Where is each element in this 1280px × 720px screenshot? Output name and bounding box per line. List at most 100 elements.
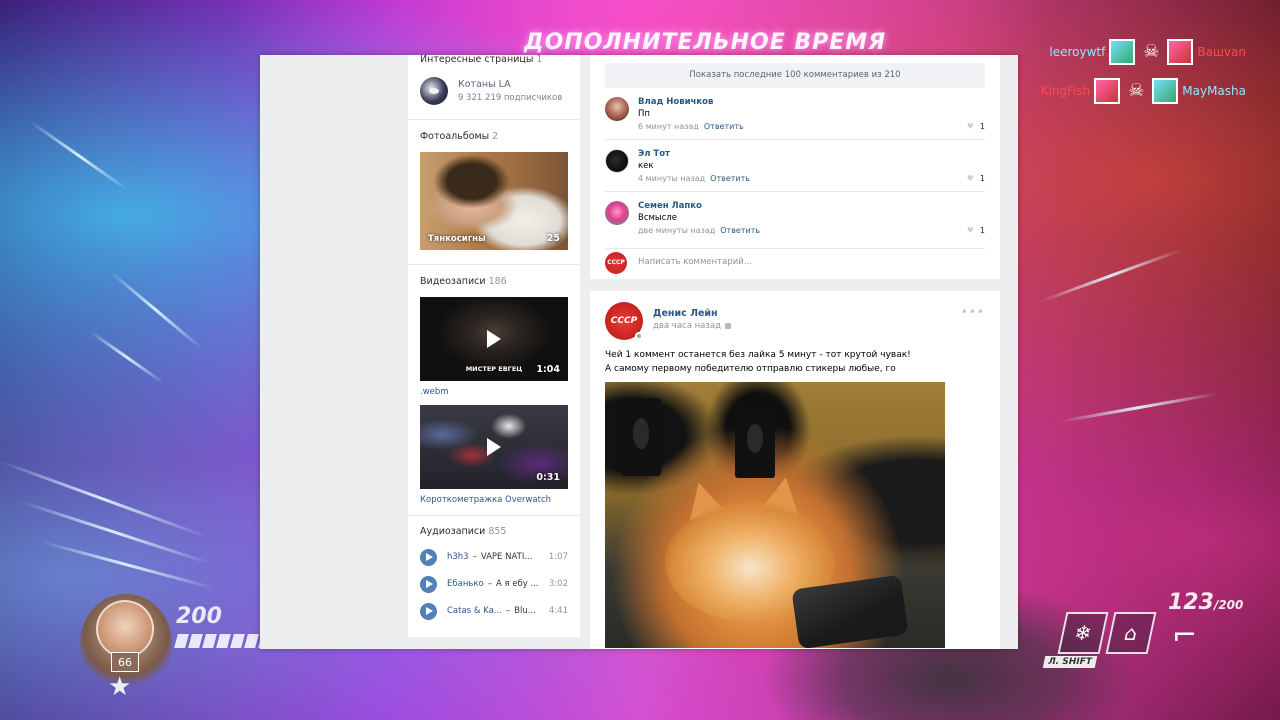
like-count: 1	[979, 226, 985, 235]
audio-title: VAPE NATI...	[480, 552, 533, 562]
commenter-avatar[interactable]	[605, 97, 629, 121]
audio-track[interactable]: Catas & Ka... – Blu... 4:41	[420, 602, 568, 620]
victim-portrait	[1152, 78, 1179, 104]
comment-text: Пп	[638, 109, 650, 119]
ice-wall-ability-icon: ⌂	[1105, 612, 1157, 654]
ability-keybind: Л. SHIFT	[1042, 656, 1097, 668]
audio-title: Blu...	[514, 606, 536, 616]
video-duration: 0:31	[536, 472, 560, 483]
comment-text: кек	[638, 161, 654, 171]
profile-sidebar: Интересные страницы 1 Котаны LA 9 321 219…	[408, 55, 580, 637]
write-comment-row[interactable]: СССР Написать комментарий...	[605, 248, 985, 280]
like-button[interactable]: ♥ 1	[967, 226, 985, 235]
audio-track[interactable]: Ебанько – А я ебу ... 3:02	[420, 575, 568, 593]
comment-time[interactable]: 4 минуты назад	[638, 174, 705, 183]
speed-streak	[109, 270, 203, 350]
speaker	[735, 406, 775, 478]
killer-portrait	[1094, 78, 1121, 104]
cryo-freeze-ability-icon: ❄	[1057, 612, 1109, 654]
audio-play-icon[interactable]	[420, 575, 437, 593]
comment-input[interactable]: Написать комментарий...	[638, 257, 752, 267]
audio-header[interactable]: Аудиозаписи 855	[420, 526, 568, 537]
comment-author[interactable]: Эл Тот	[638, 149, 670, 159]
health-bar	[174, 634, 273, 648]
audio-play-icon[interactable]	[420, 548, 437, 566]
group-name: Котаны LA	[458, 79, 511, 90]
videos-header[interactable]: Видеозаписи 186	[420, 276, 568, 287]
photo-albums-header[interactable]: Фотоальбомы 2	[420, 131, 568, 142]
speed-streak	[1039, 248, 1182, 303]
interesting-pages-header[interactable]: Интересные страницы 1	[420, 55, 568, 65]
video-duration: 1:04	[536, 364, 560, 375]
heart-icon: ♥	[966, 226, 974, 235]
post-author[interactable]: Денис Лейн	[653, 308, 718, 319]
health-readout: 200	[176, 604, 222, 629]
post-menu-icon[interactable]: •••	[961, 305, 985, 319]
health-value: 200	[176, 604, 222, 629]
lock-icon	[724, 322, 731, 329]
audio-duration: 3:02	[548, 579, 568, 589]
speed-streak	[29, 120, 130, 192]
killfeed: leeroywtf ☠ Вашvan KingFish ☠ MayMasha	[1036, 38, 1246, 116]
like-button[interactable]: ♥ 1	[967, 122, 985, 131]
post-text: Чей 1 коммент останется без лайка 5 мину…	[605, 348, 911, 376]
audio-artist: Ебанько	[447, 579, 484, 589]
commenter-avatar[interactable]	[605, 201, 629, 225]
rank-star-icon: ★	[108, 672, 132, 702]
like-button[interactable]: ♥ 1	[967, 174, 985, 183]
speed-streak	[89, 330, 165, 385]
speed-streak	[1059, 392, 1218, 423]
killer-portrait	[1109, 39, 1136, 65]
photo-album-thumbnail[interactable]: Тянкосигны 25	[420, 152, 568, 250]
video-title[interactable]: .webm	[420, 387, 568, 397]
reply-button[interactable]: Ответить	[704, 122, 744, 131]
speed-streak	[39, 540, 215, 590]
album-count: 25	[546, 233, 560, 244]
comment-time[interactable]: 6 минут назад	[638, 122, 699, 131]
comment: Эл Тот кек 4 минуты назад Ответить ♥ 1	[605, 140, 985, 192]
comment: Семен Лапко Всмысле две минуты назад Отве…	[605, 192, 985, 244]
killfeed-row: leeroywtf ☠ Вашvan	[1036, 38, 1246, 66]
divider	[408, 119, 580, 120]
audio-track[interactable]: h3h3 – VAPE NATI... 1:07	[420, 548, 568, 566]
audio-title: А я ебу ...	[495, 579, 539, 589]
commenter-avatar[interactable]	[605, 149, 629, 173]
current-user-avatar: СССР	[605, 252, 627, 274]
like-count: 1	[979, 174, 985, 183]
album-caption: Тянкосигны	[428, 234, 486, 244]
divider	[408, 515, 580, 516]
heart-icon: ♥	[966, 174, 974, 183]
comments-section: Показать последние 100 комментариев из 2…	[590, 55, 1000, 279]
player-level: 66	[111, 652, 139, 672]
killfeed-killer: leeroywtf	[1049, 45, 1106, 59]
reply-button[interactable]: Ответить	[720, 226, 760, 235]
comment-author[interactable]: Влад Новичков	[638, 97, 713, 107]
comment-time[interactable]: две минуты назад	[638, 226, 715, 235]
play-icon	[487, 438, 501, 456]
video-title[interactable]: Короткометражка Overwatch	[420, 495, 568, 505]
audio-play-icon[interactable]	[420, 602, 437, 620]
comment-author[interactable]: Семен Лапко	[638, 201, 702, 211]
group-subscribers: 9 321 219 подписчиков	[458, 93, 563, 103]
audio-duration: 4:41	[548, 606, 568, 616]
show-more-comments-button[interactable]: Показать последние 100 комментариев из 2…	[605, 63, 985, 88]
video-thumbnail[interactable]: 0:31	[420, 405, 568, 489]
killfeed-victim: Вашvan	[1197, 45, 1246, 59]
video-thumbnail[interactable]: МИСТЕР ЕВГЕЦ 1:04	[420, 297, 568, 381]
group-link[interactable]: Котаны LA 9 321 219 подписчиков	[420, 77, 568, 105]
victim-portrait	[1167, 39, 1194, 65]
play-icon	[487, 330, 501, 348]
audio-duration: 1:07	[548, 552, 568, 562]
like-count: 1	[979, 122, 985, 131]
killfeed-victim: MayMasha	[1182, 84, 1246, 98]
comment-text: Всмысле	[638, 213, 677, 223]
reply-button[interactable]: Ответить	[710, 174, 750, 183]
endothermic-blaster-icon: ⌐	[1172, 618, 1198, 653]
post-time[interactable]: два часа назад	[653, 321, 721, 331]
post-text-line: Чей 1 коммент останется без лайка 5 мину…	[605, 350, 911, 360]
post-image[interactable]	[605, 382, 945, 648]
group-avatar	[420, 77, 448, 105]
killfeed-killer: KingFish	[1040, 84, 1091, 98]
audio-artist: h3h3	[447, 552, 469, 562]
skull-icon: ☠	[1128, 80, 1145, 101]
